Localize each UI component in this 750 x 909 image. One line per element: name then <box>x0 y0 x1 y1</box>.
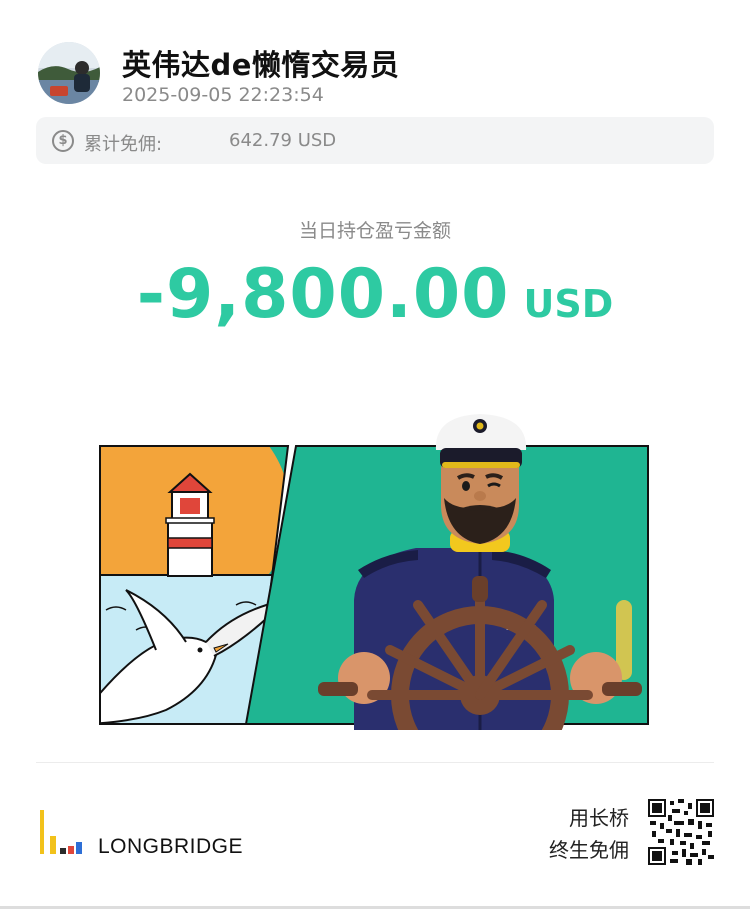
daily-pnl: -9,800.00 USD <box>0 255 750 334</box>
promo-text: 用长桥 终生免佣 <box>549 802 629 866</box>
commission-free-label: 累计免佣: <box>84 134 163 155</box>
user-avatar[interactable] <box>38 42 100 104</box>
dollar-circle-icon: $ <box>52 130 74 152</box>
footer-divider <box>36 762 714 763</box>
commission-free-value: 642.79 USD <box>229 130 337 151</box>
promo-line-1: 用长桥 <box>569 806 629 830</box>
daily-pnl-label: 当日持仓盈亏金额 <box>298 220 451 242</box>
post-timestamp: 2025-09-05 22:23:54 <box>122 84 324 106</box>
qr-code[interactable] <box>648 799 714 865</box>
promo-line-2: 终生免佣 <box>549 838 629 862</box>
username[interactable]: 英伟达de懒惰交易员 <box>122 42 399 84</box>
captain-illustration <box>96 410 656 784</box>
brand-name: LONGBRIDGE <box>98 835 244 858</box>
daily-pnl-amount: -9,800.00 <box>136 255 510 334</box>
commission-free-bar: $ 累计免佣: 642.79 USD <box>36 117 714 164</box>
post-header: 英伟达de懒惰交易员 2025-09-05 22:23:54 <box>38 42 718 112</box>
longbridge-logo: LONGBRIDGE <box>38 808 278 858</box>
daily-pnl-currency: USD <box>523 282 614 326</box>
longbridge-logo-icon <box>40 810 82 854</box>
